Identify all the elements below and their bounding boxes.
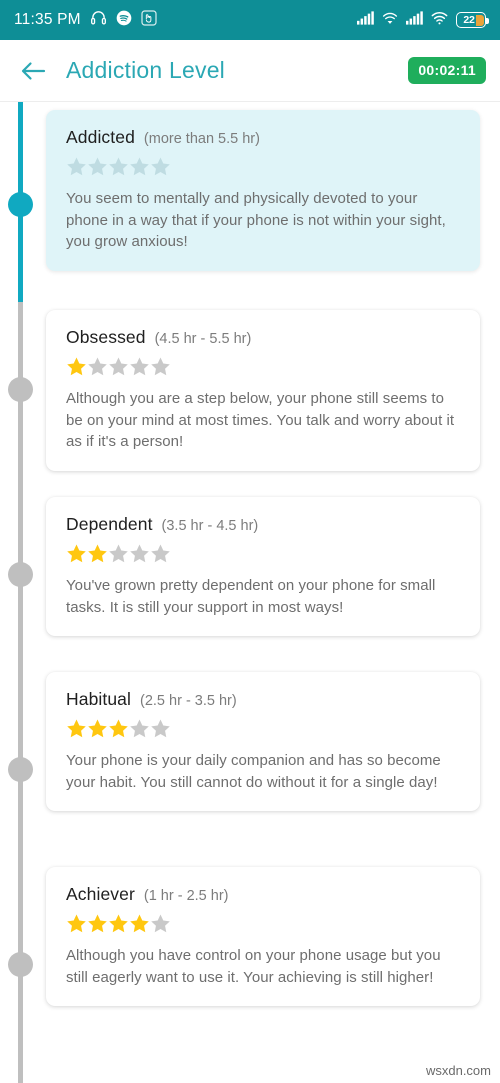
level-star-rating[interactable]: [66, 913, 460, 935]
back-button[interactable]: [14, 52, 52, 90]
level-name: Obsessed: [66, 327, 146, 347]
app-screen: 11:35 PM 22 Addiction Level 00:02:11 Add…: [0, 0, 500, 1083]
level-description: Your phone is your daily companion and h…: [66, 752, 441, 791]
wifi-calling-icon: [382, 11, 398, 30]
headphones-icon: [90, 9, 107, 31]
timeline-dot-active[interactable]: [8, 192, 33, 217]
star-icon: [109, 157, 128, 176]
star-icon: [67, 914, 86, 933]
level-card[interactable]: Habitual (2.5 hr - 3.5 hr) Your phone is y…: [46, 672, 480, 811]
signal-bars-icon: [357, 10, 374, 30]
star-icon: [151, 914, 170, 933]
level-card[interactable]: Obsessed (4.5 hr - 5.5 hr) Although you ar…: [46, 310, 480, 471]
star-icon: [67, 719, 86, 738]
star-icon: [67, 357, 86, 376]
touch-assist-icon: [141, 9, 157, 31]
level-description: You've grown pretty dependent on your ph…: [66, 577, 436, 616]
star-icon: [130, 157, 149, 176]
status-bar-right: 22: [357, 10, 489, 30]
level-description: You seem to mentally and physically devo…: [66, 190, 446, 250]
star-icon: [130, 357, 149, 376]
level-card[interactable]: Achiever (1 hr - 2.5 hr) Although you have…: [46, 867, 480, 1006]
level-card-header: Habitual (2.5 hr - 3.5 hr): [66, 689, 460, 710]
back-arrow-icon: [21, 61, 46, 80]
session-timer-badge[interactable]: 00:02:11: [408, 57, 486, 84]
level-range: (2.5 hr - 3.5 hr): [140, 693, 237, 709]
level-range: (4.5 hr - 5.5 hr): [154, 331, 252, 347]
timeline-dot[interactable]: [8, 562, 33, 587]
star-icon: [130, 719, 149, 738]
level-name: Habitual: [66, 689, 132, 709]
star-icon: [109, 544, 128, 563]
level-name: Achiever: [66, 884, 135, 904]
star-icon: [151, 157, 170, 176]
level-card[interactable]: Dependent (3.5 hr - 4.5 hr) You've grown p…: [46, 497, 480, 636]
star-icon: [130, 914, 149, 933]
app-header: Addiction Level 00:02:11: [0, 40, 500, 102]
timeline-dot[interactable]: [8, 377, 33, 402]
level-name: Dependent: [66, 514, 153, 534]
star-icon: [109, 914, 128, 933]
level-card-header: Achiever (1 hr - 2.5 hr): [66, 884, 460, 905]
level-star-rating[interactable]: [66, 543, 460, 565]
watermark: wsxdn.com: [425, 1063, 491, 1078]
status-clock: 11:35 PM: [14, 11, 81, 28]
spotify-icon: [116, 10, 132, 31]
timeline-dot[interactable]: [8, 952, 33, 977]
star-icon: [151, 357, 170, 376]
star-icon: [109, 719, 128, 738]
star-icon: [109, 357, 128, 376]
level-star-rating[interactable]: [66, 156, 460, 178]
level-range: (3.5 hr - 4.5 hr): [161, 518, 259, 534]
star-icon: [151, 544, 170, 563]
battery-icon: 22: [456, 12, 489, 28]
star-icon: [88, 357, 107, 376]
battery-level: 22: [463, 14, 475, 26]
star-icon: [88, 914, 107, 933]
star-icon: [88, 157, 107, 176]
level-star-rating[interactable]: [66, 356, 460, 378]
wifi-icon: [431, 11, 448, 30]
addiction-level-list[interactable]: Addicted (more than 5.5 hr) You seem to me…: [0, 102, 500, 1083]
level-range: (1 hr - 2.5 hr): [143, 888, 229, 904]
level-card[interactable]: Addicted (more than 5.5 hr) You seem to me…: [46, 110, 480, 271]
level-card-header: Addicted (more than 5.5 hr): [66, 127, 460, 148]
page-title: Addiction Level: [66, 57, 225, 83]
level-name: Addicted: [66, 127, 135, 147]
level-card-header: Dependent (3.5 hr - 4.5 hr): [66, 514, 460, 535]
status-bar-left: 11:35 PM: [14, 9, 157, 31]
star-icon: [88, 544, 107, 563]
level-description: Although you have control on your phone …: [66, 947, 441, 986]
star-icon: [151, 719, 170, 738]
level-description: Although you are a step below, your phon…: [66, 390, 455, 450]
star-icon: [88, 719, 107, 738]
star-icon: [130, 544, 149, 563]
level-card-header: Obsessed (4.5 hr - 5.5 hr): [66, 327, 460, 348]
level-star-rating[interactable]: [66, 718, 460, 740]
level-range: (more than 5.5 hr): [143, 131, 260, 147]
signal-bars-2-icon: [406, 10, 423, 30]
star-icon: [67, 157, 86, 176]
status-bar: 11:35 PM 22: [0, 0, 500, 40]
timeline-dot[interactable]: [8, 757, 33, 782]
star-icon: [67, 544, 86, 563]
